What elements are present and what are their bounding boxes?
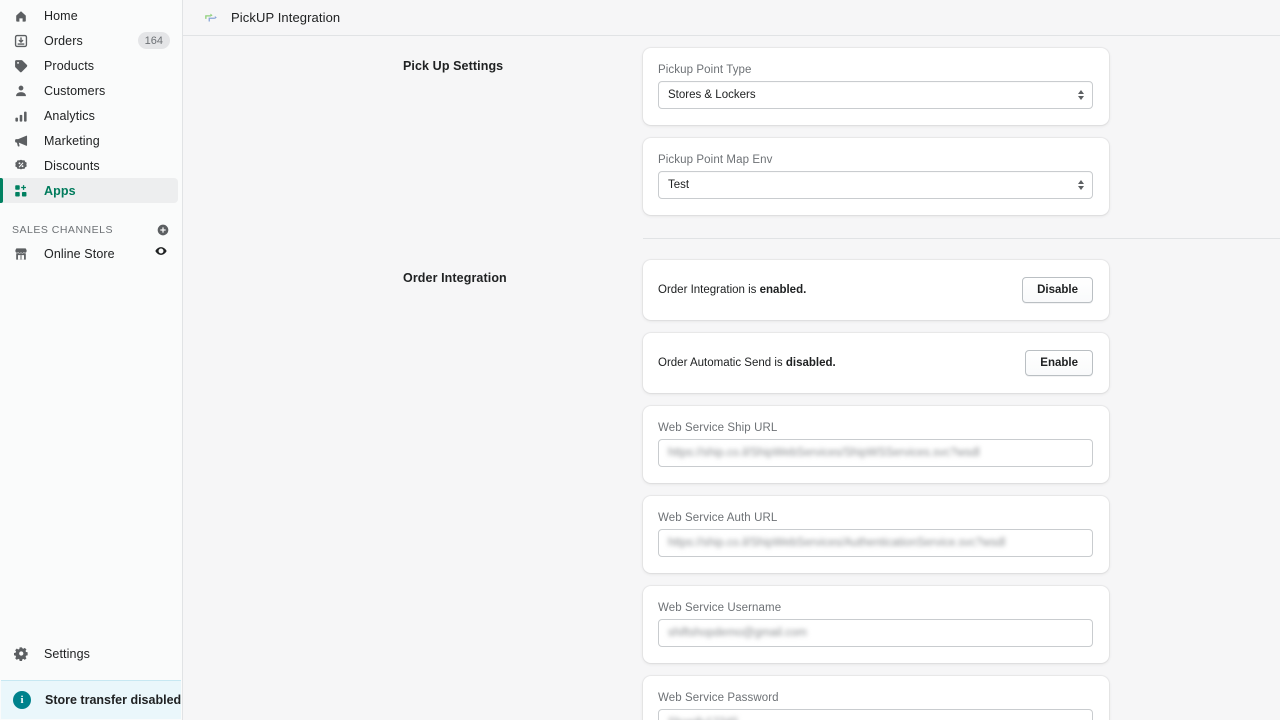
main-area: PickUP Integration Pick Up Settings Pick…	[183, 0, 1280, 720]
status-state: enabled.	[760, 284, 807, 296]
settings-content: Pick Up Settings Pickup Point Type Store…	[183, 36, 1280, 720]
store-transfer-banner[interactable]: i Store transfer disabled	[1, 680, 181, 719]
web-service-auth-url-value: https://ship.co.il/ShipWebServices/Authe…	[668, 537, 1005, 549]
web-service-password-label: Web Service Password	[658, 692, 1093, 704]
sidebar-item-label: Products	[44, 59, 94, 73]
sidebar-item-settings[interactable]: Settings	[0, 641, 178, 666]
web-service-ship-url-input[interactable]: https://ship.co.il/ShipWebServices/ShipW…	[658, 439, 1093, 467]
eye-icon[interactable]	[154, 244, 168, 263]
order-automatic-send-status-row: Order Automatic Send is disabled. Enable	[658, 347, 1093, 379]
card-order-integration-status: Order Integration is enabled. Disable	[643, 260, 1109, 320]
sidebar-spacer	[0, 266, 182, 641]
sales-channels-label: SALES CHANNELS	[12, 224, 113, 236]
marketing-megaphone-icon	[12, 132, 30, 150]
pickup-point-type-label: Pickup Point Type	[658, 64, 1093, 76]
store-transfer-label: Store transfer disabled	[45, 693, 181, 707]
sidebar-item-products[interactable]: Products	[0, 53, 178, 78]
sidebar-primary-nav: Home Orders 164 Products Customers	[0, 0, 182, 266]
apps-grid-icon	[12, 182, 30, 200]
order-automatic-send-status-text: Order Automatic Send is disabled.	[658, 357, 836, 369]
sidebar: Home Orders 164 Products Customers	[0, 0, 183, 720]
order-integration-disable-button[interactable]: Disable	[1022, 277, 1093, 303]
pickup-point-map-env-select[interactable]: Test	[658, 171, 1093, 199]
section-cards: Pickup Point Type Stores & Lockers	[643, 36, 1109, 228]
section-divider	[643, 238, 1280, 239]
sidebar-item-home[interactable]: Home	[0, 3, 178, 28]
online-store-icon	[12, 245, 30, 263]
sidebar-item-customers[interactable]: Customers	[0, 78, 178, 103]
section-annotation: Order Integration	[393, 248, 643, 720]
sidebar-item-label: Analytics	[44, 109, 95, 123]
settings-inner: Pick Up Settings Pickup Point Type Store…	[183, 36, 1280, 720]
card-order-automatic-send-status: Order Automatic Send is disabled. Enable	[643, 333, 1109, 393]
pickup-point-type-select[interactable]: Stores & Lockers	[658, 81, 1093, 109]
web-service-username-input[interactable]: shiftshopdemo@gmail.com	[658, 619, 1093, 647]
card-web-service-username: Web Service Username shiftshopdemo@gmail…	[643, 586, 1109, 663]
sidebar-item-label: Discounts	[44, 159, 100, 173]
card-web-service-password: Web Service Password Shopify12345	[643, 676, 1109, 720]
section-order-integration: Order Integration Order Integration is e…	[183, 248, 1280, 720]
status-state: disabled.	[786, 357, 836, 369]
status-prefix: Order Integration is	[658, 284, 760, 296]
pickup-point-map-env-select-wrap: Test	[658, 171, 1093, 199]
sidebar-item-label: Online Store	[44, 247, 115, 261]
section-title: Order Integration	[403, 271, 643, 285]
products-tag-icon	[12, 57, 30, 75]
sidebar-item-label: Settings	[44, 647, 90, 661]
status-prefix: Order Automatic Send is	[658, 357, 786, 369]
web-service-password-input[interactable]: Shopify12345	[658, 709, 1093, 720]
sales-channels-header: SALES CHANNELS	[0, 219, 182, 241]
web-service-username-label: Web Service Username	[658, 602, 1093, 614]
card-pickup-point-map-env: Pickup Point Map Env Test	[643, 138, 1109, 215]
pickup-point-map-env-label: Pickup Point Map Env	[658, 154, 1093, 166]
sidebar-item-label: Home	[44, 9, 78, 23]
sidebar-bottom-nav: Settings i Store transfer disabled	[0, 641, 182, 720]
web-service-ship-url-value: https://ship.co.il/ShipWebServices/ShipW…	[668, 447, 980, 459]
web-service-ship-url-label: Web Service Ship URL	[658, 422, 1093, 434]
sidebar-item-apps[interactable]: Apps	[0, 178, 178, 203]
sidebar-item-analytics[interactable]: Analytics	[0, 103, 178, 128]
card-web-service-auth-url: Web Service Auth URL https://ship.co.il/…	[643, 496, 1109, 573]
sidebar-item-label: Apps	[44, 184, 76, 198]
section-pick-up-settings: Pick Up Settings Pickup Point Type Store…	[183, 36, 1280, 228]
app-root: Home Orders 164 Products Customers	[0, 0, 1280, 720]
sidebar-item-online-store[interactable]: Online Store	[0, 241, 178, 266]
pickup-point-type-select-wrap: Stores & Lockers	[658, 81, 1093, 109]
app-topbar: PickUP Integration	[183, 0, 1280, 36]
plus-circle-icon[interactable]	[156, 223, 170, 237]
chevron-updown-icon[interactable]	[1078, 180, 1084, 190]
analytics-bar-chart-icon	[12, 107, 30, 125]
chevron-updown-icon[interactable]	[1078, 90, 1084, 100]
sidebar-item-orders[interactable]: Orders 164	[0, 28, 178, 53]
sidebar-item-discounts[interactable]: Discounts	[0, 153, 178, 178]
info-circle-icon: i	[13, 691, 31, 709]
web-service-auth-url-input[interactable]: https://ship.co.il/ShipWebServices/Authe…	[658, 529, 1093, 557]
orders-count-badge: 164	[138, 32, 170, 49]
order-integration-status-text: Order Integration is enabled.	[658, 284, 806, 296]
app-logo-icon	[203, 10, 219, 26]
sidebar-item-marketing[interactable]: Marketing	[0, 128, 178, 153]
gear-icon	[12, 645, 30, 663]
card-web-service-ship-url: Web Service Ship URL https://ship.co.il/…	[643, 406, 1109, 483]
sidebar-item-label: Marketing	[44, 134, 100, 148]
pickup-point-map-env-value: Test	[668, 179, 689, 191]
sidebar-item-label: Orders	[44, 34, 83, 48]
section-cards: Order Integration is enabled. Disable Or…	[643, 248, 1109, 720]
orders-icon	[12, 32, 30, 50]
web-service-username-value: shiftshopdemo@gmail.com	[668, 627, 807, 639]
section-title: Pick Up Settings	[403, 59, 643, 73]
web-service-auth-url-label: Web Service Auth URL	[658, 512, 1093, 524]
order-automatic-send-enable-button[interactable]: Enable	[1025, 350, 1093, 376]
sidebar-item-label: Customers	[44, 84, 105, 98]
card-pickup-point-type: Pickup Point Type Stores & Lockers	[643, 48, 1109, 125]
app-title: PickUP Integration	[231, 10, 340, 25]
pickup-point-type-value: Stores & Lockers	[668, 89, 756, 101]
home-icon	[12, 7, 30, 25]
section-annotation: Pick Up Settings	[393, 36, 643, 228]
customers-person-icon	[12, 82, 30, 100]
order-integration-status-row: Order Integration is enabled. Disable	[658, 274, 1093, 306]
discounts-percent-icon	[12, 157, 30, 175]
